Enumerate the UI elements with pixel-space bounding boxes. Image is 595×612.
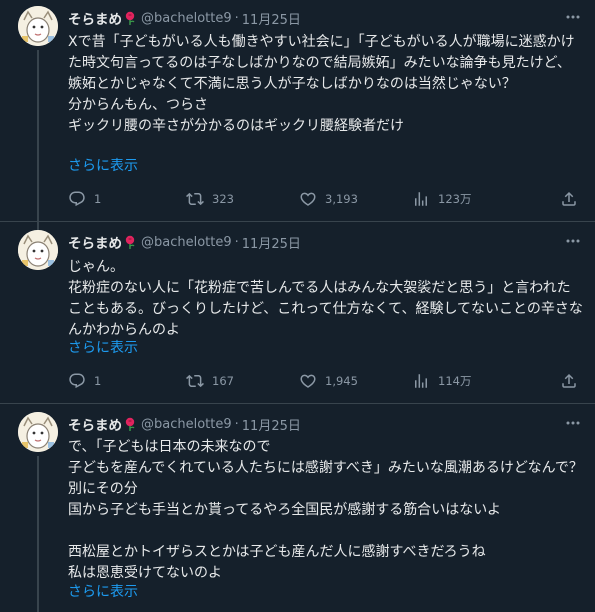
like-button[interactable]: 3,193 bbox=[299, 189, 358, 209]
rose-icon bbox=[124, 417, 136, 431]
share-icon bbox=[562, 191, 576, 206]
user-handle[interactable]: @bachelotte9 bbox=[141, 11, 232, 26]
separator-dot: · bbox=[234, 10, 239, 26]
share-button[interactable] bbox=[560, 189, 586, 209]
reply-count: 1 bbox=[94, 374, 102, 388]
user-handle[interactable]: @bachelotte9 bbox=[141, 417, 232, 432]
show-more-link[interactable]: さらに表示 bbox=[68, 156, 138, 177]
rose-icon bbox=[124, 11, 136, 25]
retweet-button[interactable]: 167 bbox=[186, 371, 234, 391]
view-count: 123万 bbox=[438, 192, 472, 206]
tweet-2[interactable]: そらまめ @bachelotte9 · 11月25日 じゃん。 花粉症のない人に… bbox=[0, 222, 595, 403]
action-bar: 1 323 3,193 123万 bbox=[68, 189, 583, 209]
views-button[interactable]: 114万 bbox=[412, 371, 471, 391]
separator-dot: · bbox=[234, 416, 239, 432]
reply-button[interactable]: 1 bbox=[68, 371, 101, 391]
show-more-link[interactable]: さらに表示 bbox=[68, 582, 138, 603]
tweet-text: Xで昔「子どもがいる人も働きやすい社会に」「子どもがいる人が職場に迷惑かけた時文… bbox=[68, 34, 575, 134]
display-name[interactable]: そらまめ bbox=[68, 8, 122, 28]
views-button[interactable]: 123万 bbox=[412, 189, 471, 209]
tweet-text: で、「子どもは日本の未来なので 子どもを産んでくれている人たちには感謝すべき」み… bbox=[68, 439, 583, 581]
views-icon bbox=[415, 374, 427, 388]
show-more-link[interactable]: さらに表示 bbox=[68, 338, 138, 359]
tweet-header: そらまめ @bachelotte9 · 11月25日 bbox=[68, 232, 301, 253]
retweet-count: 167 bbox=[212, 374, 234, 388]
retweet-count: 323 bbox=[212, 192, 234, 206]
reply-count: 1 bbox=[94, 192, 102, 206]
action-bar: 1 167 1,945 114万 bbox=[68, 371, 583, 391]
tweet-3[interactable]: そらまめ @bachelotte9 · 11月25日 で、「子どもは日本の未来な… bbox=[0, 404, 595, 612]
reply-icon bbox=[69, 373, 85, 389]
display-name[interactable]: そらまめ bbox=[68, 232, 122, 252]
share-icon bbox=[562, 373, 576, 388]
like-count: 1,945 bbox=[325, 374, 358, 388]
retweet-button[interactable]: 323 bbox=[186, 189, 234, 209]
like-count: 3,193 bbox=[325, 192, 358, 206]
reply-button[interactable]: 1 bbox=[68, 189, 101, 209]
like-button[interactable]: 1,945 bbox=[299, 371, 358, 391]
more-icon[interactable] bbox=[563, 232, 583, 252]
view-count: 114万 bbox=[438, 374, 472, 388]
avatar[interactable] bbox=[18, 412, 58, 452]
more-icon[interactable] bbox=[563, 414, 583, 434]
tweet-date[interactable]: 11月25日 bbox=[242, 9, 301, 28]
heart-icon bbox=[300, 374, 316, 388]
display-name[interactable]: そらまめ bbox=[68, 414, 122, 434]
share-button[interactable] bbox=[560, 371, 586, 391]
avatar[interactable] bbox=[18, 6, 58, 46]
views-icon bbox=[415, 192, 427, 206]
tweet-date[interactable]: 11月25日 bbox=[242, 233, 301, 252]
heart-icon bbox=[300, 192, 316, 206]
reply-icon bbox=[69, 191, 85, 207]
tweet-text: じゃん。 花粉症のない人に「花粉症で苦しんでる人はみんな大袈裟だと思う」と言われ… bbox=[68, 259, 583, 338]
tweet-1[interactable]: そらまめ @bachelotte9 · 11月25日 Xで昔「子どもがいる人も働… bbox=[0, 0, 595, 221]
tweet-date[interactable]: 11月25日 bbox=[242, 415, 301, 434]
rose-icon bbox=[124, 235, 136, 249]
separator-dot: · bbox=[234, 234, 239, 250]
retweet-icon bbox=[186, 374, 204, 388]
user-handle[interactable]: @bachelotte9 bbox=[141, 235, 232, 250]
retweet-icon bbox=[186, 192, 204, 206]
tweet-header: そらまめ @bachelotte9 · 11月25日 bbox=[68, 8, 301, 29]
tweet-header: そらまめ @bachelotte9 · 11月25日 bbox=[68, 414, 301, 435]
more-icon[interactable] bbox=[563, 8, 583, 28]
avatar[interactable] bbox=[18, 230, 58, 270]
